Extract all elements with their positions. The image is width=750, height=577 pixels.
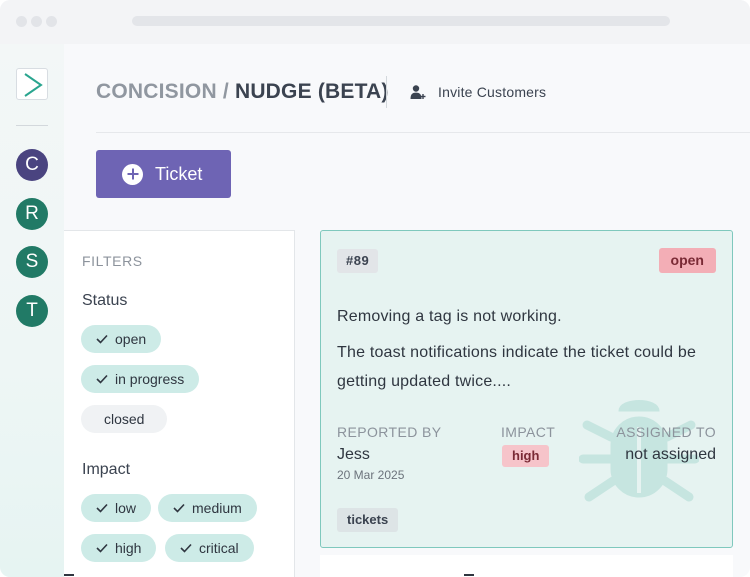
- window-dot-close[interactable]: [16, 16, 27, 27]
- impact-filter-high[interactable]: high: [81, 534, 157, 562]
- rail-divider: [16, 125, 48, 126]
- window-dot-minimize[interactable]: [31, 16, 42, 27]
- header-divider: [386, 76, 387, 108]
- check-icon: [180, 543, 192, 553]
- check-icon: [96, 543, 108, 553]
- app-window: C R S T CONCISION / NUDGE (BETA) Invite …: [0, 0, 750, 577]
- chip-label: critical: [199, 540, 239, 556]
- chip-label: high: [115, 540, 142, 556]
- reported-by-label: REPORTED BY: [337, 424, 442, 440]
- impact-filter-medium[interactable]: medium: [158, 494, 257, 522]
- report-date: 20 Mar 2025: [337, 468, 405, 482]
- status-filter-closed[interactable]: closed: [81, 405, 168, 433]
- impact-filter-low[interactable]: low: [81, 494, 152, 522]
- impact-label: IMPACT: [501, 424, 556, 440]
- check-icon: [96, 503, 108, 513]
- ticket-number: #89: [337, 249, 379, 273]
- chip-label: low: [115, 500, 137, 516]
- breadcrumb-project: NUDGE (BETA): [234, 80, 389, 103]
- chip-label: medium: [192, 500, 242, 516]
- breadcrumb-org[interactable]: CONCISION: [96, 80, 217, 103]
- check-icon: [96, 334, 108, 344]
- check-icon: [173, 503, 185, 513]
- window-dot-maximize[interactable]: [46, 16, 57, 27]
- ticket-card[interactable]: #89 open Removing a tag is not working. …: [320, 230, 733, 548]
- new-ticket-button[interactable]: Ticket: [96, 150, 231, 198]
- workspace-avatar-t[interactable]: T: [16, 295, 48, 327]
- status-filter-label: Status: [82, 292, 128, 309]
- impact-filter-critical[interactable]: critical: [165, 534, 254, 562]
- assignee-value: not assigned: [625, 446, 716, 463]
- ticket-status-badge: open: [658, 248, 716, 273]
- status-filter-open[interactable]: open: [81, 325, 162, 353]
- workspace-avatar-c[interactable]: C: [16, 149, 48, 181]
- chevron-right-icon: [24, 73, 43, 97]
- app-logo[interactable]: [16, 68, 48, 100]
- reporter-name: Jess: [337, 446, 370, 463]
- new-ticket-label: Ticket: [155, 163, 203, 184]
- invite-customers-button[interactable]: Invite Customers: [410, 82, 546, 102]
- card-edge-mark: [464, 574, 474, 576]
- ticket-title: Removing a tag is not working.: [337, 308, 562, 325]
- assigned-to-label: ASSIGNED TO: [616, 424, 716, 440]
- ticket-tag[interactable]: tickets: [337, 508, 399, 532]
- page-title: CONCISION / NUDGE (BETA): [96, 80, 389, 104]
- window-chrome: [0, 0, 750, 44]
- workspace-avatar-r[interactable]: R: [16, 198, 48, 230]
- next-card-edge: [320, 555, 733, 577]
- panel-edge-mark: [64, 574, 74, 576]
- header-rule: [96, 132, 750, 133]
- add-user-icon: [410, 85, 426, 99]
- check-icon: [96, 374, 108, 384]
- plus-circle-icon: [122, 163, 143, 185]
- filters-panel: FILTERS Status open in progress closed I…: [64, 230, 295, 577]
- workspace-avatar-s[interactable]: S: [16, 246, 48, 278]
- impact-filter-label: Impact: [82, 461, 131, 478]
- ticket-description: The toast notifications indicate the tic…: [337, 344, 697, 390]
- filters-title: FILTERS: [82, 253, 143, 269]
- chip-label: in progress: [115, 371, 185, 387]
- status-filter-in-progress[interactable]: in progress: [81, 365, 200, 393]
- impact-badge: high: [502, 445, 550, 467]
- breadcrumb-separator: /: [222, 80, 229, 103]
- invite-customers-label: Invite Customers: [438, 84, 547, 100]
- chip-label: closed: [104, 411, 145, 427]
- chip-label: open: [115, 331, 147, 347]
- address-bar[interactable]: [132, 16, 670, 26]
